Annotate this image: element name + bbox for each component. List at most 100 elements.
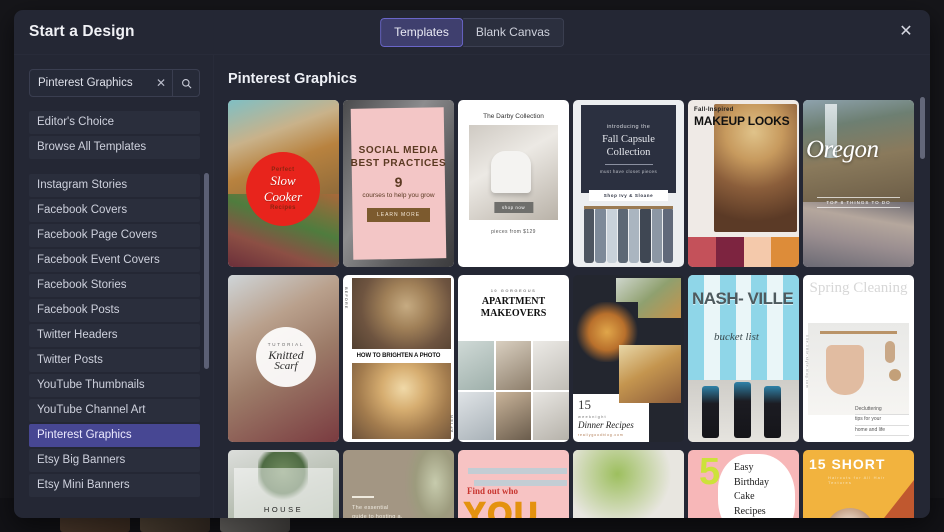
template-card-dinner-recipes[interactable]: 15 weeknight Dinner Recipes reallygoodbl… — [573, 275, 684, 442]
tab-templates[interactable]: Templates — [380, 17, 463, 47]
divider — [604, 164, 653, 166]
card-art — [352, 278, 451, 358]
sidebar-item-facebook-page-covers[interactable]: Facebook Page Covers — [29, 224, 200, 247]
card-art — [862, 480, 914, 518]
card-text: Cooker — [263, 189, 303, 204]
card-art — [619, 345, 681, 403]
sidebar-item-twitter-headers[interactable]: Twitter Headers — [29, 324, 200, 347]
card-art — [352, 361, 451, 439]
clear-search-icon[interactable]: ✕ — [150, 70, 172, 96]
card-art — [584, 209, 673, 263]
search-icon[interactable] — [172, 70, 199, 96]
card-text: TUTORIAL — [267, 341, 305, 347]
modal-body: ✕ Editor's Choice Browse All Templates I… — [14, 55, 930, 518]
card-content: introducing the Fall Capsule Collection … — [581, 105, 676, 193]
card-art — [468, 468, 567, 474]
template-card-nashville-bucket-list[interactable]: NASH- VILLE bucket list — [688, 275, 799, 442]
card-text: Slow — [270, 173, 296, 189]
sidebar-item-pinterest-graphics[interactable]: Pinterest Graphics — [29, 424, 200, 447]
sidebar-category-list[interactable]: Instagram Stories Facebook Covers Facebo… — [29, 174, 200, 497]
card-art: shop now — [469, 125, 558, 220]
sidebar-item-twitter-posts[interactable]: Twitter Posts — [29, 349, 200, 372]
card-text: PLANTS 101 — [228, 517, 339, 519]
template-browser: Pinterest Graphics Perfect Slow Cooker R… — [214, 55, 930, 518]
close-icon[interactable]: ✕ — [894, 20, 918, 44]
template-card-darby-collection[interactable]: The Darby Collection shop now pieces fro… — [458, 100, 569, 267]
sidebar-item-facebook-posts[interactable]: Facebook Posts — [29, 299, 200, 322]
sidebar-item-editors-choice[interactable]: Editor's Choice — [29, 111, 200, 134]
search-bar: ✕ — [29, 69, 200, 97]
sidebar-scrollbar[interactable] — [204, 113, 209, 443]
card-text: HOW TO BRIGHTEN A PHOTO — [346, 349, 451, 363]
content-scrollbar-thumb[interactable] — [920, 97, 925, 159]
card-badge: Perfect Slow Cooker Recipes — [246, 152, 320, 226]
content-heading: Pinterest Graphics — [228, 71, 357, 87]
card-text: weeknight — [578, 414, 607, 419]
card-text: LEARN MORE — [366, 207, 431, 222]
template-card-slow-cooker-recipes[interactable]: Perfect Slow Cooker Recipes — [228, 100, 339, 267]
card-text: 15 — [578, 397, 591, 412]
template-card-social-media-best-practices[interactable]: SOCIAL MEDIA BEST PRACTICES 9 courses to… — [343, 100, 454, 267]
card-text: Dinner Recipes — [578, 420, 634, 430]
start-a-design-modal: Start a Design Templates Blank Canvas ✕ … — [14, 10, 930, 518]
sidebar-scrollbar-thumb[interactable] — [204, 173, 209, 369]
card-text: shop now — [493, 202, 534, 213]
tab-blank-canvas[interactable]: Blank Canvas — [462, 17, 564, 47]
card-content: 15 weeknight Dinner Recipes reallygoodbl… — [578, 397, 646, 437]
sidebar-item-facebook-event-covers[interactable]: Facebook Event Covers — [29, 249, 200, 272]
card-text: 9 — [394, 173, 403, 190]
search-input[interactable] — [30, 70, 150, 96]
card-text: BEFORE — [344, 287, 349, 310]
template-card-oregon-travel[interactable]: Oregon TOP 8 THINGS TO DO — [803, 100, 914, 267]
card-art — [826, 345, 864, 395]
template-card-birthday-cake-recipes[interactable]: 5 Easy Birthday Cake Recipes — [688, 450, 799, 518]
card-text: SOCIAL MEDIA BEST PRACTICES — [350, 145, 447, 169]
template-card-fall-capsule-collection[interactable]: introducing the Fall Capsule Collection … — [573, 100, 684, 267]
card-content: Fall-Inspired MAKEUP LOOKS — [694, 107, 790, 128]
app-root: Start a Design Templates Blank Canvas ✕ … — [0, 0, 944, 532]
card-text: bucket list — [714, 331, 759, 343]
template-card-essential-hosting-guide[interactable]: The essential guide to hosting a. — [343, 450, 454, 518]
card-text: guide to hosting a. — [352, 514, 403, 518]
sidebar-item-etsy-mini-banners[interactable]: Etsy Mini Banners — [29, 474, 200, 497]
card-text: TOP 8 THINGS TO DO — [817, 197, 900, 208]
sidebar-item-youtube-channel-art[interactable]: YouTube Channel Art — [29, 399, 200, 422]
template-card-spring-cleaning[interactable]: Spring Cleaning lille-little-style-blog.… — [803, 275, 914, 442]
card-text: Find out who — [467, 486, 519, 496]
card-text: Birthday — [734, 476, 769, 488]
template-card-knitted-scarf-tutorial[interactable]: TUTORIAL Knitted Scarf — [228, 275, 339, 442]
card-text: 25 — [578, 515, 603, 518]
template-card-brighten-a-photo[interactable]: HOW TO BRIGHTEN A PHOTO BEFORE AFTER — [343, 275, 454, 442]
card-text: Recipes — [270, 204, 296, 211]
card-text: The essential — [352, 505, 389, 511]
card-art — [734, 382, 751, 438]
template-grid: Perfect Slow Cooker Recipes SOCIAL MEDIA… — [228, 100, 930, 518]
sidebar-item-facebook-stories[interactable]: Facebook Stories — [29, 274, 200, 297]
card-text: Easy — [734, 462, 754, 473]
template-card-house-plants-101[interactable]: HOUSE PLANTS 101 — [228, 450, 339, 518]
card-text: 15 SHORT — [809, 456, 886, 472]
sidebar-item-browse-all-templates[interactable]: Browse All Templates — [29, 136, 200, 159]
card-text: reallygoodblog.com — [578, 433, 624, 437]
card-art — [885, 341, 895, 363]
card-text: NASH- VILLE — [692, 289, 794, 308]
template-card-fall-makeup-looks[interactable]: Fall-Inspired MAKEUP LOOKS — [688, 100, 799, 267]
sidebar-item-etsy-big-banners[interactable]: Etsy Big Banners — [29, 449, 200, 472]
template-card-find-out-who-you[interactable]: Find out who YOU — [458, 450, 569, 518]
card-text: MAKEUP LOOKS — [694, 114, 790, 128]
card-text: tips for your — [855, 415, 909, 426]
card-art — [825, 508, 875, 518]
card-text: 5 — [699, 451, 721, 493]
card-text: Shop Ivy & Sloane — [589, 190, 668, 201]
card-text: Oregon — [806, 136, 879, 163]
template-card-apartment-makeovers[interactable]: 10 GORGEOUS APARTMENT MAKEOVERS — [458, 275, 569, 442]
sidebar-item-facebook-covers[interactable]: Facebook Covers — [29, 199, 200, 222]
sidebar-item-instagram-stories[interactable]: Instagram Stories — [29, 174, 200, 197]
sidebar-item-youtube-thumbnails[interactable]: YouTube Thumbnails — [29, 374, 200, 397]
card-content: The essential guide to hosting a. — [352, 504, 420, 518]
card-art — [573, 450, 684, 518]
card-text: must have closet pieces — [599, 169, 658, 175]
template-card-short-haircuts[interactable]: 15 SHORT Haircuts for All Hair Textures — [803, 450, 914, 518]
color-palette — [688, 237, 799, 267]
template-card-vegan-recipes[interactable]: 25 VEGAN — [573, 450, 684, 518]
